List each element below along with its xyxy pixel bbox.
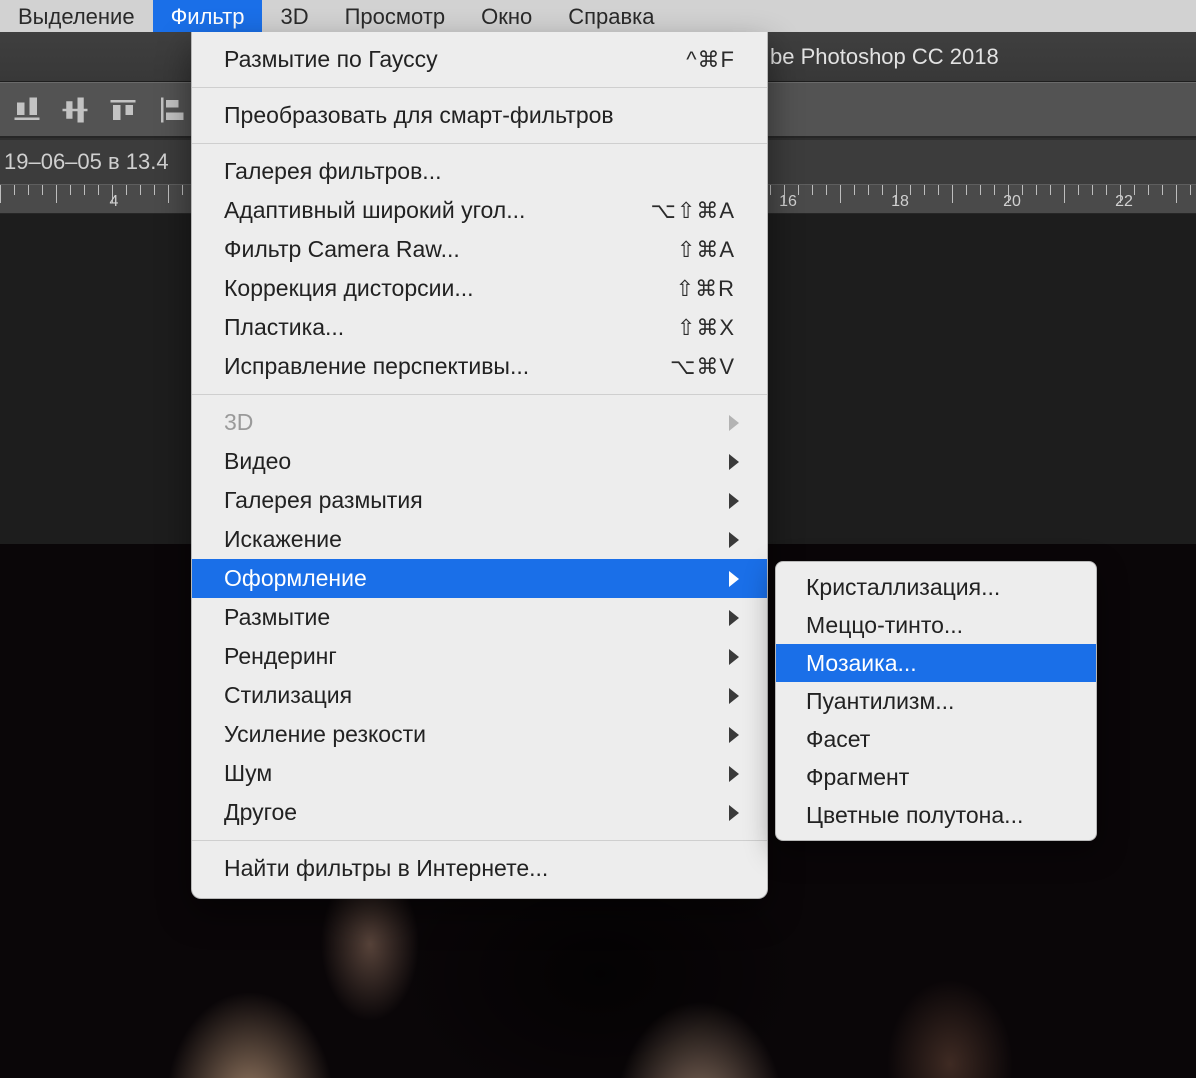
menu-item-label: Галерея размытия: [224, 487, 729, 514]
menu-item-label: Пластика...: [224, 314, 677, 341]
menu-item[interactable]: Исправление перспективы...⌥⌘V: [192, 347, 767, 386]
menu-item[interactable]: Стилизация: [192, 676, 767, 715]
menu-item-shortcut: ⌥⌘V: [670, 354, 739, 380]
document-tab[interactable]: 19–06–05 в 13.4: [4, 149, 169, 175]
menu-item[interactable]: Размытие: [192, 598, 767, 637]
menu-item[interactable]: Пластика...⇧⌘X: [192, 308, 767, 347]
menu-item-shortcut: ⇧⌘A: [677, 237, 739, 263]
menu-item[interactable]: Найти фильтры в Интернете...: [192, 849, 767, 888]
menu-item[interactable]: Размытие по Гауссу^⌘F: [192, 40, 767, 79]
menu-item-label: Другое: [224, 799, 729, 826]
menu-item[interactable]: Рендеринг: [192, 637, 767, 676]
chevron-right-icon: [729, 454, 739, 470]
chevron-right-icon: [729, 610, 739, 626]
app-title: be Photoshop CC 2018: [770, 44, 999, 70]
menu-item-label: Искажение: [224, 526, 729, 553]
menu-item[interactable]: Шум: [192, 754, 767, 793]
menu-item[interactable]: Преобразовать для смарт-фильтров: [192, 96, 767, 135]
menu-справка[interactable]: Справка: [550, 0, 672, 32]
chevron-right-icon: [729, 727, 739, 743]
ruler-label: 4: [110, 193, 119, 211]
chevron-right-icon: [729, 493, 739, 509]
chevron-right-icon: [729, 649, 739, 665]
ruler-label: 22: [1115, 193, 1133, 211]
submenu-item[interactable]: Мозаика...: [776, 644, 1096, 682]
align-icon-1[interactable]: [12, 95, 42, 125]
submenu-item[interactable]: Меццо-тинто...: [776, 606, 1096, 644]
menu-item-label: 3D: [224, 409, 729, 436]
menu-item-label: Коррекция дисторсии...: [224, 275, 676, 302]
chevron-right-icon: [729, 415, 739, 431]
ruler-label: 18: [891, 193, 909, 211]
align-icon-3[interactable]: [108, 95, 138, 125]
menu-item-label: Стилизация: [224, 682, 729, 709]
menu-item-label: Усиление резкости: [224, 721, 729, 748]
menu-item-label: Преобразовать для смарт-фильтров: [224, 102, 739, 129]
filter-menu-dropdown: Размытие по Гауссу^⌘F Преобразовать для с…: [191, 32, 768, 899]
menu-item-label: Рендеринг: [224, 643, 729, 670]
chevron-right-icon: [729, 532, 739, 548]
menu-separator: [192, 143, 767, 144]
chevron-right-icon: [729, 805, 739, 821]
submenu-item[interactable]: Пуантилизм...: [776, 682, 1096, 720]
menu-item-label: Размытие по Гауссу: [224, 46, 686, 73]
menu-separator: [192, 87, 767, 88]
menu-separator: [192, 840, 767, 841]
menu-item[interactable]: Оформление: [192, 559, 767, 598]
menu-item[interactable]: Адаптивный широкий угол...⌥⇧⌘A: [192, 191, 767, 230]
submenu-item[interactable]: Цветные полутона...: [776, 796, 1096, 834]
menu-item-label: Размытие: [224, 604, 729, 631]
menu-item-shortcut: ⇧⌘X: [677, 315, 739, 341]
submenu-item[interactable]: Фасет: [776, 720, 1096, 758]
menu-item-label: Шум: [224, 760, 729, 787]
submenu-item[interactable]: Кристаллизация...: [776, 568, 1096, 606]
menu-item-label: Оформление: [224, 565, 729, 592]
menu-item[interactable]: Искажение: [192, 520, 767, 559]
menu-3d[interactable]: 3D: [262, 0, 326, 32]
filter-submenu: Кристаллизация...Меццо-тинто...Мозаика..…: [775, 561, 1097, 841]
ruler-label: 20: [1003, 193, 1021, 211]
menu-item-label: Исправление перспективы...: [224, 353, 670, 380]
menu-item-shortcut: ^⌘F: [686, 47, 739, 73]
menu-item[interactable]: Другое: [192, 793, 767, 832]
menu-окно[interactable]: Окно: [463, 0, 550, 32]
menu-item-label: Галерея фильтров...: [224, 158, 739, 185]
menu-item-shortcut: ⇧⌘R: [676, 276, 739, 302]
align-icon-4[interactable]: [156, 95, 186, 125]
menu-item[interactable]: Видео: [192, 442, 767, 481]
menu-item: 3D: [192, 403, 767, 442]
menu-item-label: Найти фильтры в Интернете...: [224, 855, 739, 882]
align-icon-2[interactable]: [60, 95, 90, 125]
menu-item-label: Адаптивный широкий угол...: [224, 197, 651, 224]
chevron-right-icon: [729, 766, 739, 782]
menu-item[interactable]: Галерея фильтров...: [192, 152, 767, 191]
menu-item-label: Фильтр Camera Raw...: [224, 236, 677, 263]
menu-item[interactable]: Усиление резкости: [192, 715, 767, 754]
menu-item[interactable]: Коррекция дисторсии...⇧⌘R: [192, 269, 767, 308]
menu-item-shortcut: ⌥⇧⌘A: [651, 198, 739, 224]
menu-item[interactable]: Галерея размытия: [192, 481, 767, 520]
menu-просмотр[interactable]: Просмотр: [327, 0, 463, 32]
ruler-label: 16: [779, 193, 797, 211]
chevron-right-icon: [729, 571, 739, 587]
menu-separator: [192, 394, 767, 395]
menu-фильтр[interactable]: Фильтр: [153, 0, 263, 32]
menu-item[interactable]: Фильтр Camera Raw...⇧⌘A: [192, 230, 767, 269]
menubar: ВыделениеФильтр3DПросмотрОкноСправка: [0, 0, 1196, 32]
submenu-item[interactable]: Фрагмент: [776, 758, 1096, 796]
chevron-right-icon: [729, 688, 739, 704]
menu-выделение[interactable]: Выделение: [0, 0, 153, 32]
menu-item-label: Видео: [224, 448, 729, 475]
